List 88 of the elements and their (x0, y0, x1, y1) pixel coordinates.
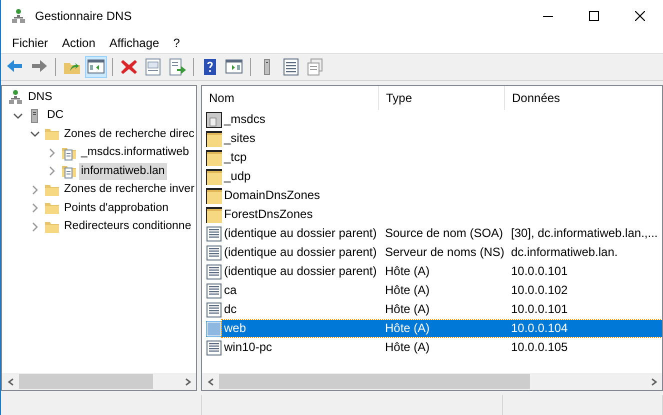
properties-icon (143, 57, 163, 77)
chevron-left-icon (206, 378, 214, 386)
table-cell-text: (identique au dossier parent) (223, 225, 378, 242)
tree-item[interactable]: Zones de recherche direc (62, 126, 196, 143)
scrollbar-thumb[interactable] (19, 374, 154, 389)
record-icon (206, 226, 222, 242)
record-icon (206, 320, 222, 336)
table-cell-text: _msdcs (222, 111, 266, 128)
table-cell-text: (identique au dossier parent) (223, 263, 378, 280)
table-row[interactable]: (identique au dossier parent) Source de nom (SOA) [30], dc.informatiweb.lan.,... (222, 225, 662, 242)
record-icon (206, 282, 222, 298)
table-cell-text: (identique au dossier parent) (223, 244, 378, 261)
chevron-left-icon (6, 378, 14, 386)
tree-item[interactable]: Zones de recherche inver (62, 181, 196, 198)
column-header[interactable]: Nom (202, 86, 379, 110)
menu-item[interactable]: Action (55, 36, 102, 50)
table-cell-text: Hôte (A) (384, 282, 431, 299)
tree-item[interactable]: Redirecteurs conditionne (62, 218, 194, 236)
table-cell-text: Hôte (A) (384, 339, 431, 356)
table-cell-text: _sites (222, 130, 256, 147)
menu-item[interactable]: Fichier (5, 36, 56, 50)
table-row[interactable]: _sites (222, 130, 662, 147)
network-icon (11, 8, 27, 24)
record-icon (206, 302, 222, 318)
record-icon (206, 244, 222, 260)
chevron-right-icon (184, 378, 192, 386)
table-row[interactable]: win10-pc Hôte (A) 10.0.0.105 (222, 339, 662, 356)
table-cell-text: [30], dc.informatiweb.lan.,... (510, 225, 659, 242)
menu-item[interactable]: Affichage (102, 36, 166, 50)
table-row[interactable]: _msdcs (222, 111, 662, 128)
table-cell-text: dc.informatiweb.lan. (510, 244, 619, 261)
table-cell-text: 10.0.0.101 (510, 301, 569, 318)
table-cell-text: ca (223, 282, 238, 299)
table-cell-text: web (223, 320, 248, 337)
export-list-icon (167, 57, 187, 77)
tree-item[interactable]: _msdcs.informatiweb (79, 144, 192, 162)
table-row[interactable]: _udp (222, 168, 662, 185)
network-icon (8, 89, 24, 106)
document-icon (206, 112, 222, 128)
copy-icon (305, 57, 325, 77)
table-cell-text: 10.0.0.105 (510, 339, 569, 356)
window-title: Gestionnaire DNS (35, 9, 133, 23)
table-cell-text: Hôte (A) (384, 301, 431, 318)
table-row[interactable]: (identique au dossier parent) Serveur de noms (NS) dc.informatiweb.lan. (222, 244, 662, 261)
table-row[interactable]: ForestDnsZones (222, 206, 662, 223)
table-cell-text: Source de nom (SOA) (384, 225, 504, 242)
list-icon (281, 57, 301, 77)
table-row[interactable]: _tcp (222, 149, 662, 166)
record-icon (206, 264, 222, 280)
table-row[interactable]: (identique au dossier parent) Hôte (A) 10.0.0.101 (222, 263, 662, 280)
folder-icon (206, 168, 222, 184)
table-row[interactable]: web Hôte (A) 10.0.0.104 (222, 320, 662, 337)
folder-icon (206, 188, 222, 204)
folder-icon (206, 206, 222, 222)
folder-icon (44, 126, 60, 142)
tree-item[interactable]: DC (45, 107, 66, 124)
tree-item[interactable]: Points d'approbation (62, 200, 170, 217)
table-cell-text: _tcp (222, 149, 248, 166)
table-cell-text: Serveur de noms (NS) (384, 244, 506, 261)
toolbar-button[interactable] (85, 56, 107, 78)
folder-icon (206, 130, 222, 146)
table-row[interactable]: DomainDnsZones (222, 187, 662, 204)
table-cell-text: DomainDnsZones (223, 187, 322, 204)
menu-item[interactable]: ? (166, 36, 187, 50)
table-cell-text: win10-pc (223, 339, 274, 356)
table-cell-text: 10.0.0.102 (510, 282, 569, 299)
table-cell-text: 10.0.0.101 (510, 263, 569, 280)
table-cell-text: dc (223, 301, 238, 318)
table-cell-text: Hôte (A) (384, 320, 431, 337)
table-cell-text: 10.0.0.104 (510, 320, 569, 337)
maximize-icon (589, 11, 599, 21)
table-row[interactable]: dc Hôte (A) 10.0.0.101 (222, 301, 662, 318)
tree-item[interactable]: informatiweb.lan (79, 162, 167, 180)
close-icon (635, 11, 645, 21)
folder-icon (206, 150, 222, 166)
chevron-right-icon (650, 378, 658, 386)
tree-item[interactable]: DNS (26, 88, 54, 106)
table-cell-text: ForestDnsZones (223, 206, 314, 223)
table-cell-text: _udp (222, 168, 252, 185)
folder-icon (44, 200, 60, 216)
table-cell-text: Hôte (A) (384, 263, 431, 280)
table-row[interactable]: ca Hôte (A) 10.0.0.102 (222, 282, 662, 299)
record-icon (206, 340, 222, 356)
column-header[interactable]: Type (379, 86, 505, 110)
column-header[interactable]: Données (505, 86, 662, 110)
scrollbar-thumb[interactable] (219, 374, 530, 389)
zone-folder-icon (61, 163, 77, 180)
delete-icon (119, 57, 139, 77)
